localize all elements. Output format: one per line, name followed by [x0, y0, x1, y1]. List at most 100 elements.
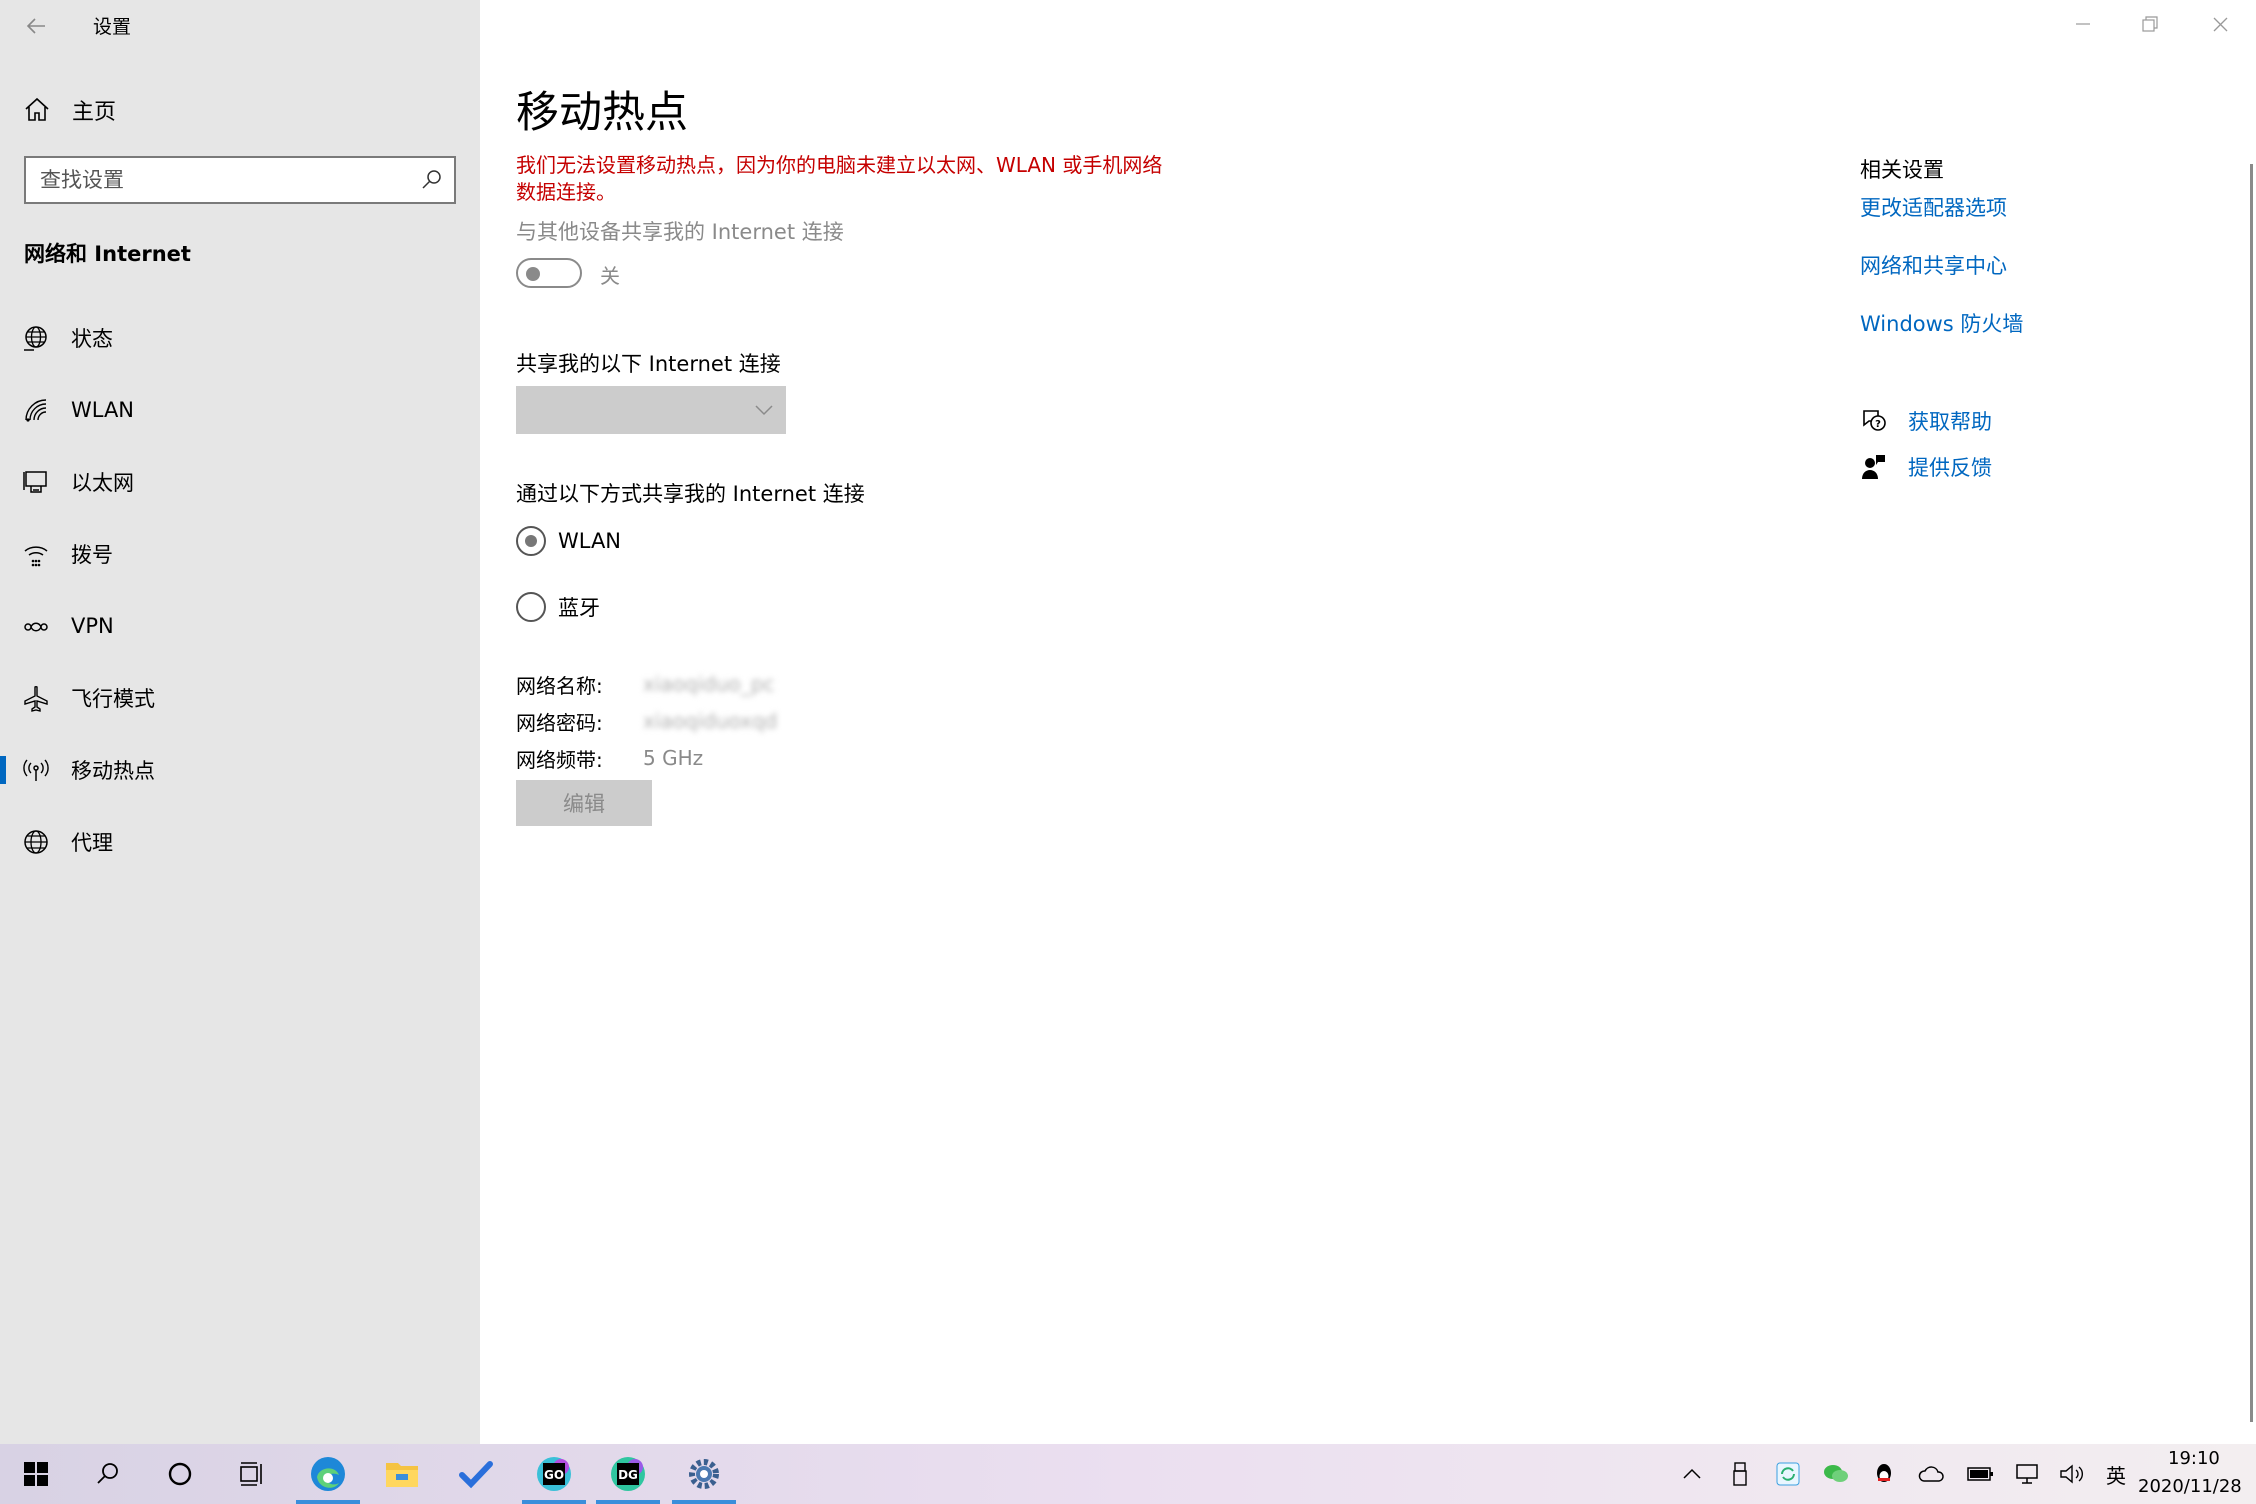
taskbar-datagrip[interactable]: DG [592, 1444, 664, 1504]
taskbar-edge[interactable] [292, 1444, 364, 1504]
taskbar-todo[interactable] [440, 1444, 512, 1504]
scrollbar[interactable] [2250, 164, 2253, 1422]
get-help-link[interactable]: ? 获取帮助 [1860, 406, 1992, 436]
sidebar-item-wlan[interactable]: WLAN [0, 382, 480, 438]
share-internet-label: 与其他设备共享我的 Internet 连接 [516, 220, 844, 244]
cloud-icon [1918, 1466, 1944, 1482]
task-view-button[interactable] [216, 1444, 288, 1504]
sidebar-item-ethernet[interactable]: 以太网 [0, 454, 480, 510]
feedback-label: 提供反馈 [1908, 456, 1992, 480]
network-band-row: 网络频带: 5 GHz [516, 744, 703, 772]
minimize-icon [2076, 23, 2090, 25]
share-from-dropdown[interactable] [516, 386, 786, 434]
sidebar-item-label: 飞行模式 [71, 687, 155, 711]
network-password-label: 网络密码: [516, 710, 603, 735]
sidebar-item-label: 拨号 [71, 543, 113, 567]
tray-usb[interactable] [1724, 1458, 1756, 1490]
ethernet-icon [23, 471, 47, 493]
close-button[interactable] [2186, 0, 2254, 48]
sidebar-item-hotspot[interactable]: 移动热点 [0, 742, 480, 798]
radio-circle[interactable] [516, 592, 546, 622]
restore-button[interactable] [2116, 0, 2184, 48]
link-windows-firewall[interactable]: Windows 防火墙 [1860, 308, 2023, 338]
section-title: 网络和 Internet [24, 242, 191, 266]
gear-icon [689, 1459, 719, 1489]
cortana-button[interactable] [144, 1444, 216, 1504]
toggle-state-label: 关 [600, 264, 620, 288]
clock-time[interactable]: 19:10 [2168, 1448, 2256, 1469]
taskbar-search-button[interactable] [72, 1444, 144, 1504]
tray-app-green[interactable] [1772, 1458, 1804, 1490]
radio-bluetooth[interactable]: 蓝牙 [516, 591, 600, 623]
qq-penguin-icon [1877, 1464, 1891, 1482]
sidebar-item-home[interactable]: 主页 [22, 92, 116, 128]
error-message: 我们无法设置移动热点，因为你的电脑未建立以太网、WLAN 或手机网络数据连接。 [516, 153, 1163, 204]
network-name-label: 网络名称: [516, 673, 603, 698]
sidebar-item-dialup[interactable]: 拨号 [0, 526, 480, 582]
network-band-value: 5 GHz [643, 746, 704, 770]
radio-label: WLAN [558, 529, 622, 553]
radio-wlan[interactable]: WLAN [516, 525, 621, 557]
network-name-value: xiaoqiduo_pc [643, 672, 775, 696]
tray-ime[interactable]: 英 [2100, 1458, 2132, 1490]
close-icon [2213, 17, 2228, 32]
taskbar: GO DG 英 [0, 1444, 2256, 1504]
folder-icon [386, 1463, 418, 1487]
tray-battery[interactable] [1964, 1458, 1996, 1490]
globe-icon [24, 830, 48, 854]
clock-date[interactable]: 2020/11/28 [2138, 1476, 2242, 1497]
tray-wechat[interactable] [1820, 1458, 1852, 1490]
tray-qq[interactable] [1868, 1458, 1900, 1490]
back-arrow-icon [26, 18, 45, 34]
hotspot-icon [23, 759, 49, 781]
back-button[interactable] [18, 8, 54, 44]
sidebar-item-vpn[interactable]: VPN [0, 598, 480, 654]
radio-label: 蓝牙 [558, 596, 600, 620]
tray-overflow-button[interactable] [1676, 1458, 1708, 1490]
hotspot-toggle[interactable] [516, 258, 582, 288]
chevron-down-icon [755, 405, 773, 416]
vpn-icon [24, 622, 48, 632]
tray-network[interactable] [2012, 1458, 2044, 1490]
tray-volume[interactable] [2056, 1458, 2088, 1490]
radio-selected-dot [525, 535, 537, 547]
sidebar-item-airplane[interactable]: 飞行模式 [0, 670, 480, 726]
network-monitor-icon [2016, 1464, 2038, 1484]
sidebar-item-label: 状态 [71, 327, 113, 351]
search-icon[interactable] [420, 168, 444, 192]
feedback-link[interactable]: 提供反馈 [1860, 452, 1992, 482]
share-via-label: 通过以下方式共享我的 Internet 连接 [516, 482, 865, 506]
sidebar-item-proxy[interactable]: 代理 [0, 814, 480, 870]
sidebar-item-label: 以太网 [71, 471, 134, 495]
link-network-sharing-center[interactable]: 网络和共享中心 [1860, 250, 2007, 280]
search-input[interactable] [40, 166, 410, 194]
start-button[interactable] [0, 1444, 72, 1504]
taskbar-goland[interactable]: GO [518, 1444, 590, 1504]
datagrip-icon: DG [611, 1457, 645, 1491]
edit-button[interactable]: 编辑 [516, 780, 652, 826]
radio-circle[interactable] [516, 526, 546, 556]
sidebar-item-label: 代理 [71, 831, 113, 855]
share-from-label: 共享我的以下 Internet 连接 [516, 352, 781, 376]
speaker-icon [2060, 1464, 2083, 1484]
network-name-row: 网络名称: xiaoqiduo_pc [516, 670, 774, 698]
search-box[interactable] [24, 156, 456, 204]
taskbar-settings[interactable] [668, 1444, 740, 1504]
taskbar-file-explorer[interactable] [366, 1444, 438, 1504]
sidebar-item-status[interactable]: 状态 [0, 310, 480, 366]
link-adapter-options[interactable]: 更改适配器选项 [1860, 192, 2007, 222]
sidebar-item-label: 主页 [72, 100, 117, 125]
get-help-label: 获取帮助 [1908, 410, 1992, 434]
network-password-value: xiaoqiduoxqd [643, 709, 778, 733]
toggle-knob [526, 267, 540, 281]
svg-text:?: ? [1875, 419, 1881, 430]
sidebar-item-label: VPN [71, 614, 114, 638]
restore-icon [2142, 16, 2158, 32]
airplane-icon [24, 686, 48, 712]
sync-app-icon [1776, 1462, 1800, 1486]
sidebar: 设置 主页 网络和 Internet 状态 WLAN 以太网 拨号 VPN 飞行… [0, 0, 480, 1444]
minimize-button[interactable] [2048, 0, 2116, 48]
edge-browser-icon [311, 1457, 345, 1491]
tray-onedrive[interactable] [1916, 1458, 1948, 1490]
sidebar-item-label: WLAN [71, 398, 135, 422]
